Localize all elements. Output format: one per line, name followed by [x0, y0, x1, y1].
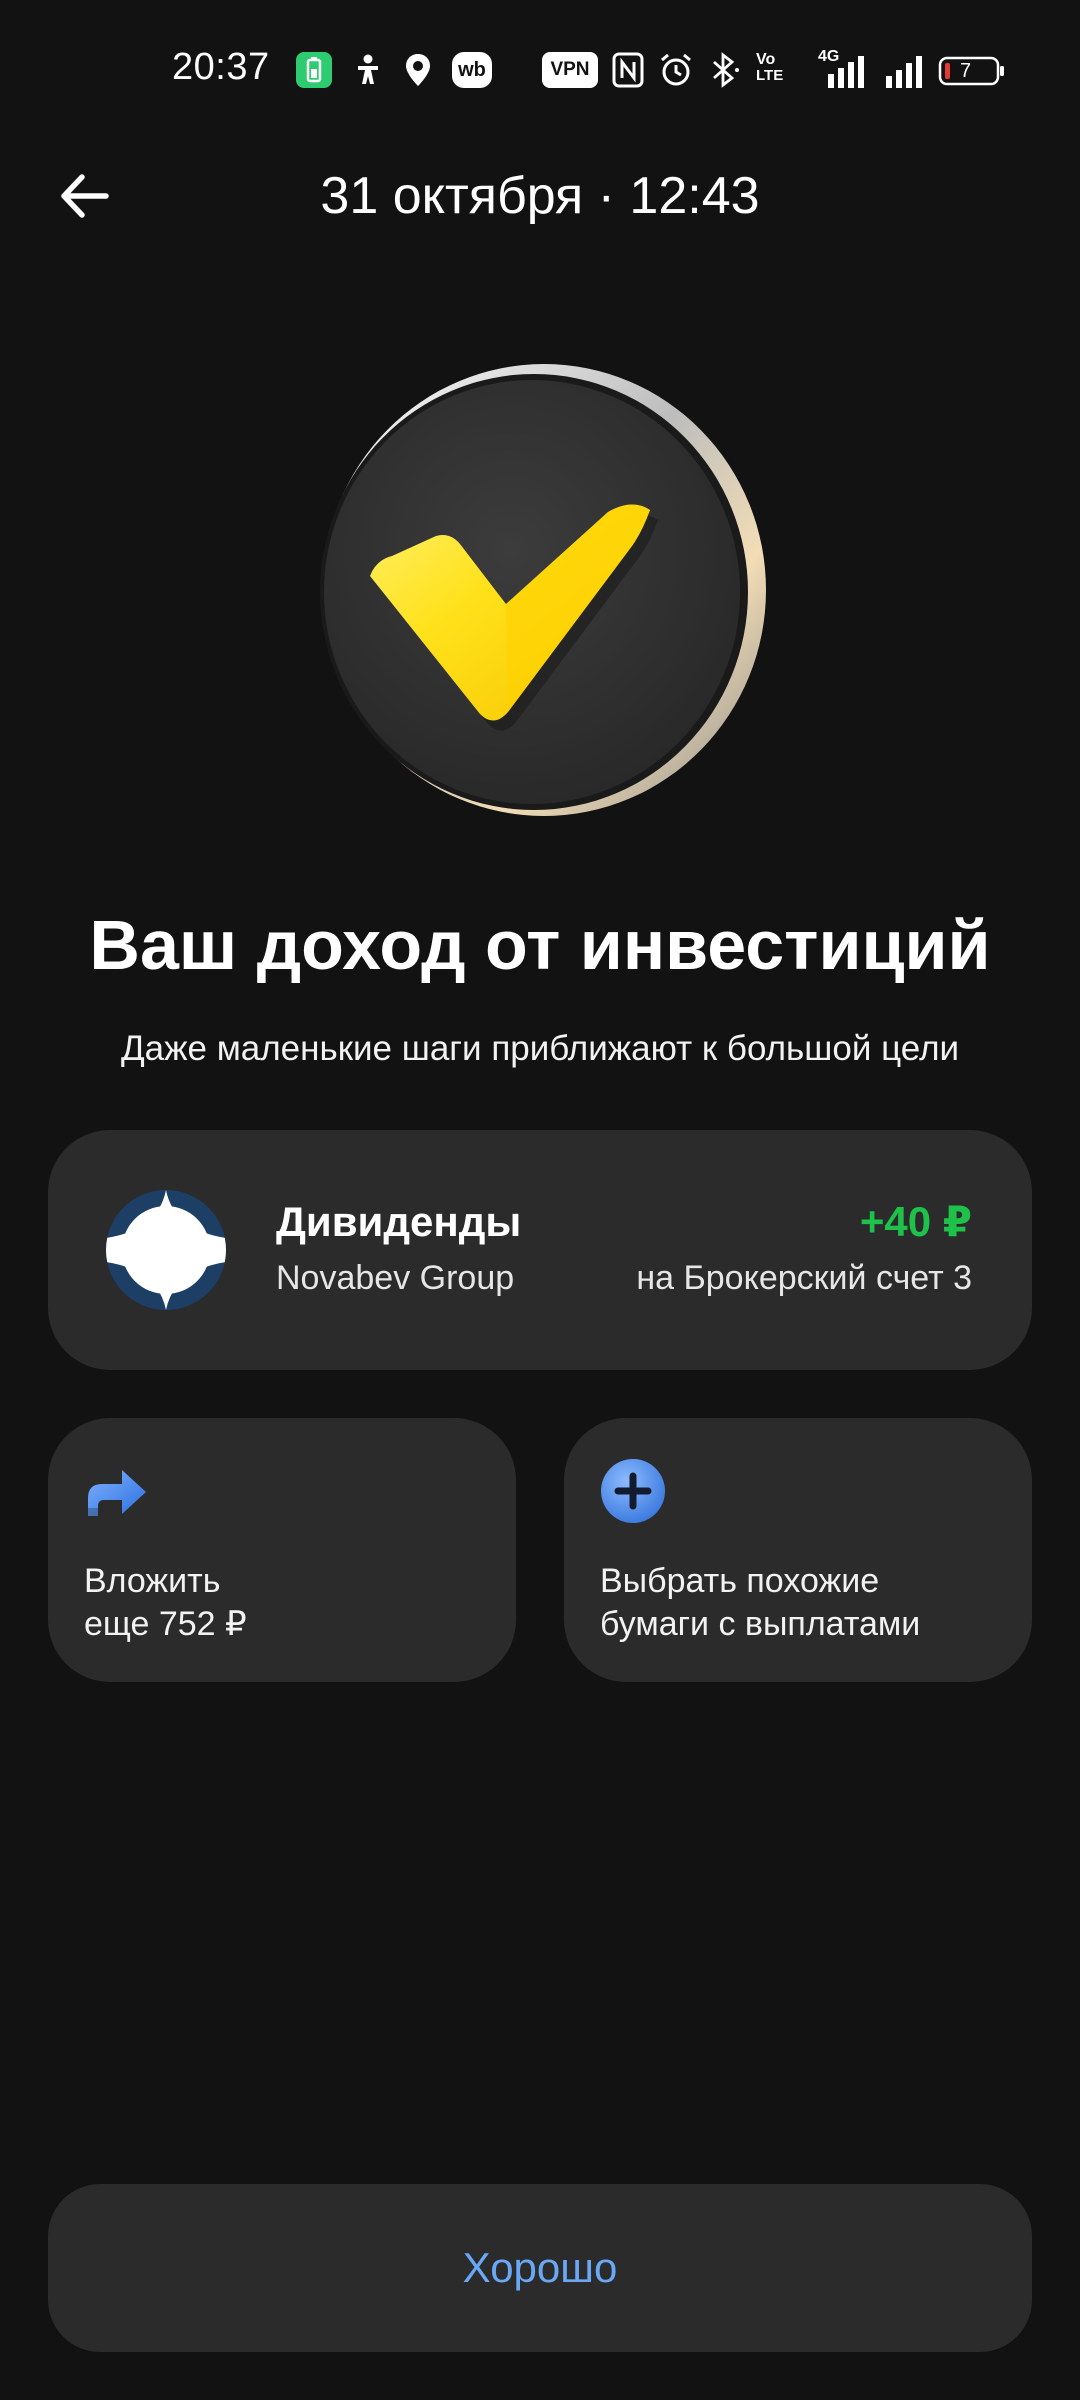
bluetooth-icon: [706, 52, 742, 88]
battery-level: 7: [960, 60, 972, 82]
status-bar: 20:37 wb VPN Vo LTE 4G 7: [0, 0, 1080, 140]
checkmark-coin-icon: [320, 364, 766, 816]
accessibility-icon: [350, 52, 386, 88]
dividend-account: на Брокерский счет 3: [636, 1259, 972, 1297]
invest-more-label: Вложить еще 752 ₽: [84, 1560, 247, 1646]
choose-similar-button[interactable]: Выбрать похожие бумаги с выплатами: [564, 1418, 1032, 1682]
status-time: 20:37: [172, 46, 270, 88]
wb-label: wb: [458, 58, 486, 81]
plus-circle-icon: [600, 1458, 666, 1524]
choose-similar-line2: бумаги с выплатами: [600, 1605, 921, 1643]
arrow-left-icon: [61, 174, 109, 218]
network-label: 4G: [818, 48, 840, 65]
alarm-icon: [658, 52, 694, 88]
location-icon: [402, 52, 434, 88]
dividend-card[interactable]: Дивиденды Novabev Group +40 ₽ на Брокерс…: [48, 1130, 1032, 1370]
nfc-icon: [612, 52, 644, 88]
choose-similar-line1: Выбрать похожие: [600, 1562, 880, 1600]
volte-label-top: Vo: [756, 51, 776, 68]
wb-app-icon: wb: [452, 52, 492, 88]
dividend-title: Дивиденды: [276, 1198, 522, 1245]
vpn-label: VPN: [550, 59, 590, 80]
headline: Ваш доход от инвестиций: [89, 906, 991, 984]
vpn-icon: VPN: [542, 52, 598, 88]
ok-button[interactable]: Хорошо: [48, 2184, 1032, 2352]
invest-more-line2: еще 752 ₽: [84, 1605, 247, 1643]
dividend-company: Novabev Group: [276, 1259, 515, 1297]
forward-arrow-icon: [84, 1458, 150, 1524]
hero-illustration: [310, 360, 770, 820]
page-title: 31 октября · 12:43: [320, 167, 760, 225]
back-button[interactable]: [48, 160, 120, 232]
choose-similar-label: Выбрать похожие бумаги с выплатами: [600, 1560, 920, 1646]
novabev-logo-icon: [106, 1190, 226, 1310]
invest-more-button[interactable]: Вложить еще 752 ₽: [48, 1418, 516, 1682]
signal-icon: [884, 52, 928, 88]
volte-label-bottom: LTE: [756, 67, 784, 84]
battery-icon: 7: [938, 52, 1006, 88]
subline: Даже маленькие шаги приближают к большой…: [120, 1029, 960, 1068]
volte-icon: Vo LTE: [756, 52, 796, 84]
dividend-amount: +40 ₽: [859, 1198, 972, 1245]
signal-4g-icon: 4G: [818, 48, 870, 88]
invest-more-line1: Вложить: [84, 1562, 221, 1600]
battery-saver-icon: [296, 52, 332, 88]
